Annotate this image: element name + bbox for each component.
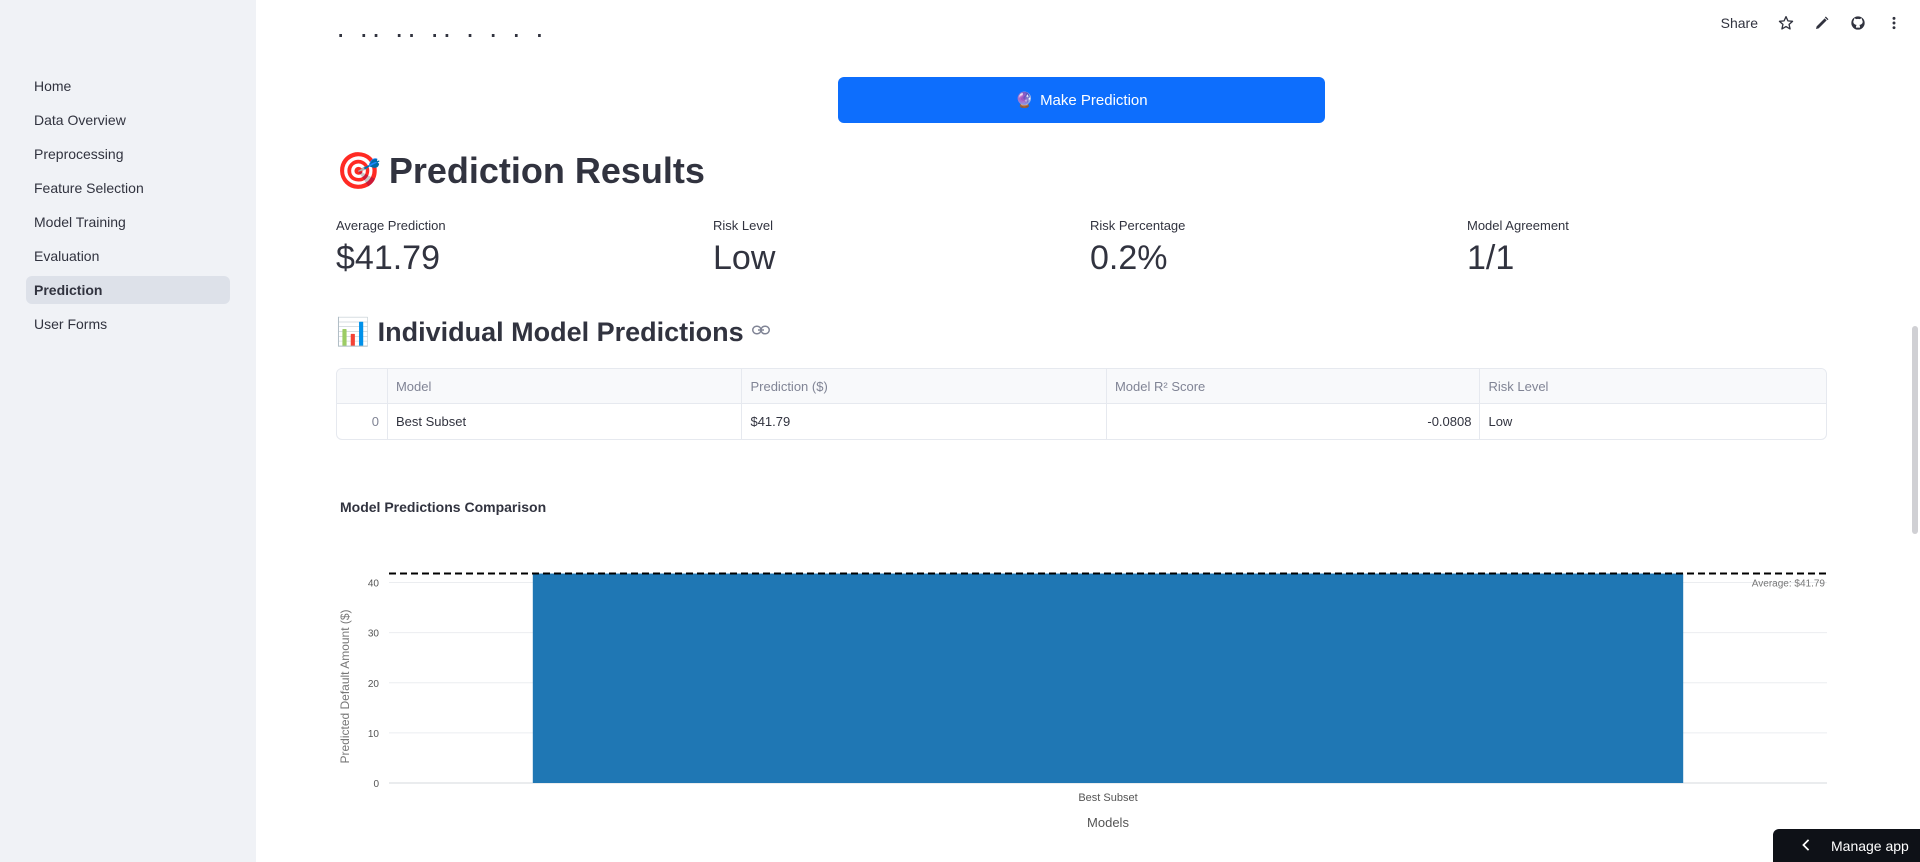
- x-tick-label: Best Subset: [1078, 792, 1137, 804]
- chevron-left-icon: [1801, 838, 1811, 854]
- metric-risk-percentage: Risk Percentage 0.2%: [1090, 218, 1390, 278]
- prediction-results-title: Prediction Results: [388, 150, 705, 191]
- table-cell-risk-level[interactable]: Low: [1480, 404, 1826, 439]
- predictions-table[interactable]: Model Prediction ($) Model R² Score Risk…: [336, 368, 1827, 440]
- metric-value: 1/1: [1467, 239, 1515, 277]
- metric-label: Risk Level: [713, 218, 773, 233]
- y-axis-label: Predicted Default Amount ($): [338, 609, 352, 763]
- sidebar-item-home[interactable]: Home: [26, 72, 230, 100]
- star-icon[interactable]: [1778, 15, 1794, 31]
- metric-model-agreement: Model Agreement 1/1: [1467, 218, 1767, 278]
- table-header-row: Model Prediction ($) Model R² Score Risk…: [337, 369, 1826, 404]
- metric-average-prediction: Average Prediction $41.79: [336, 218, 636, 278]
- sidebar-item-model-training[interactable]: Model Training: [26, 208, 230, 236]
- target-icon: 🎯: [336, 150, 381, 191]
- manage-app-label: Manage app: [1831, 837, 1909, 854]
- make-prediction-button[interactable]: 🔮 Make Prediction: [838, 77, 1325, 123]
- prediction-results-heading: 🎯 Prediction Results: [336, 150, 705, 192]
- table-cell-index[interactable]: 0: [337, 404, 388, 439]
- metric-label: Average Prediction: [336, 218, 446, 233]
- sidebar-nav: Home Data Overview Preprocessing Feature…: [26, 72, 230, 344]
- scrollbar[interactable]: [1910, 0, 1920, 862]
- sidebar-item-preprocessing[interactable]: Preprocessing: [26, 140, 230, 168]
- table-cell-prediction[interactable]: $41.79: [742, 404, 1107, 439]
- table-row: 0 Best Subset $41.79 -0.0808 Low: [337, 404, 1826, 439]
- chart-title: Model Predictions Comparison: [340, 499, 547, 515]
- bar-chart-icon: 📊: [336, 317, 370, 347]
- table-cell-model[interactable]: Best Subset: [388, 404, 743, 439]
- sidebar: Home Data Overview Preprocessing Feature…: [0, 0, 256, 862]
- sidebar-item-feature-selection[interactable]: Feature Selection: [26, 174, 230, 202]
- column-header-risk-level[interactable]: Risk Level: [1480, 369, 1826, 403]
- metric-value: $41.79: [336, 239, 440, 277]
- model-predictions-chart[interactable]: 0 10 20 30 40 Best Subset Average: $41.79 Model…: [336, 560, 1827, 840]
- table-cell-r2-score[interactable]: -0.0808: [1107, 404, 1481, 439]
- github-icon[interactable]: [1850, 15, 1866, 31]
- individual-predictions-title: Individual Model Predictions: [377, 316, 744, 347]
- metric-value: 0.2%: [1090, 239, 1168, 277]
- top-toolbar: Share: [1660, 0, 1920, 46]
- y-tick-label: 0: [373, 779, 379, 790]
- y-tick-label: 40: [368, 579, 380, 590]
- link-icon[interactable]: [751, 323, 770, 341]
- more-vertical-icon[interactable]: [1886, 15, 1902, 31]
- column-header-r2-score[interactable]: Model R² Score: [1107, 369, 1481, 403]
- make-prediction-label: Make Prediction: [1040, 91, 1148, 109]
- manage-app-button[interactable]: Manage app: [1773, 829, 1920, 862]
- sidebar-item-data-overview[interactable]: Data Overview: [26, 106, 230, 134]
- metric-label: Risk Percentage: [1090, 218, 1186, 233]
- y-tick-label: 20: [368, 679, 380, 690]
- crystal-ball-icon: 🔮: [1015, 92, 1035, 109]
- scrollbar-thumb[interactable]: [1912, 326, 1918, 534]
- metric-risk-level: Risk Level Low: [713, 218, 1013, 278]
- bar[interactable]: [532, 573, 1684, 783]
- sidebar-item-prediction[interactable]: Prediction: [26, 276, 230, 304]
- column-header-model[interactable]: Model: [388, 369, 743, 403]
- sidebar-item-evaluation[interactable]: Evaluation: [26, 242, 230, 270]
- pencil-icon[interactable]: [1814, 15, 1830, 31]
- scrolled-off-heading: · ·· ·· ·· · · · · ·: [336, 34, 556, 58]
- x-axis-label: Models: [1087, 815, 1129, 830]
- y-tick-label: 30: [368, 629, 380, 640]
- average-annotation: Average: $41.79: [1752, 579, 1826, 590]
- sidebar-item-user-forms[interactable]: User Forms: [26, 310, 230, 338]
- individual-predictions-heading: 📊 Individual Model Predictions: [336, 316, 770, 348]
- column-header-index[interactable]: [337, 369, 388, 403]
- share-button[interactable]: Share: [1721, 15, 1758, 31]
- metric-label: Model Agreement: [1467, 218, 1569, 233]
- y-tick-label: 10: [368, 729, 380, 740]
- metric-value: Low: [713, 239, 776, 277]
- column-header-prediction[interactable]: Prediction ($): [742, 369, 1107, 403]
